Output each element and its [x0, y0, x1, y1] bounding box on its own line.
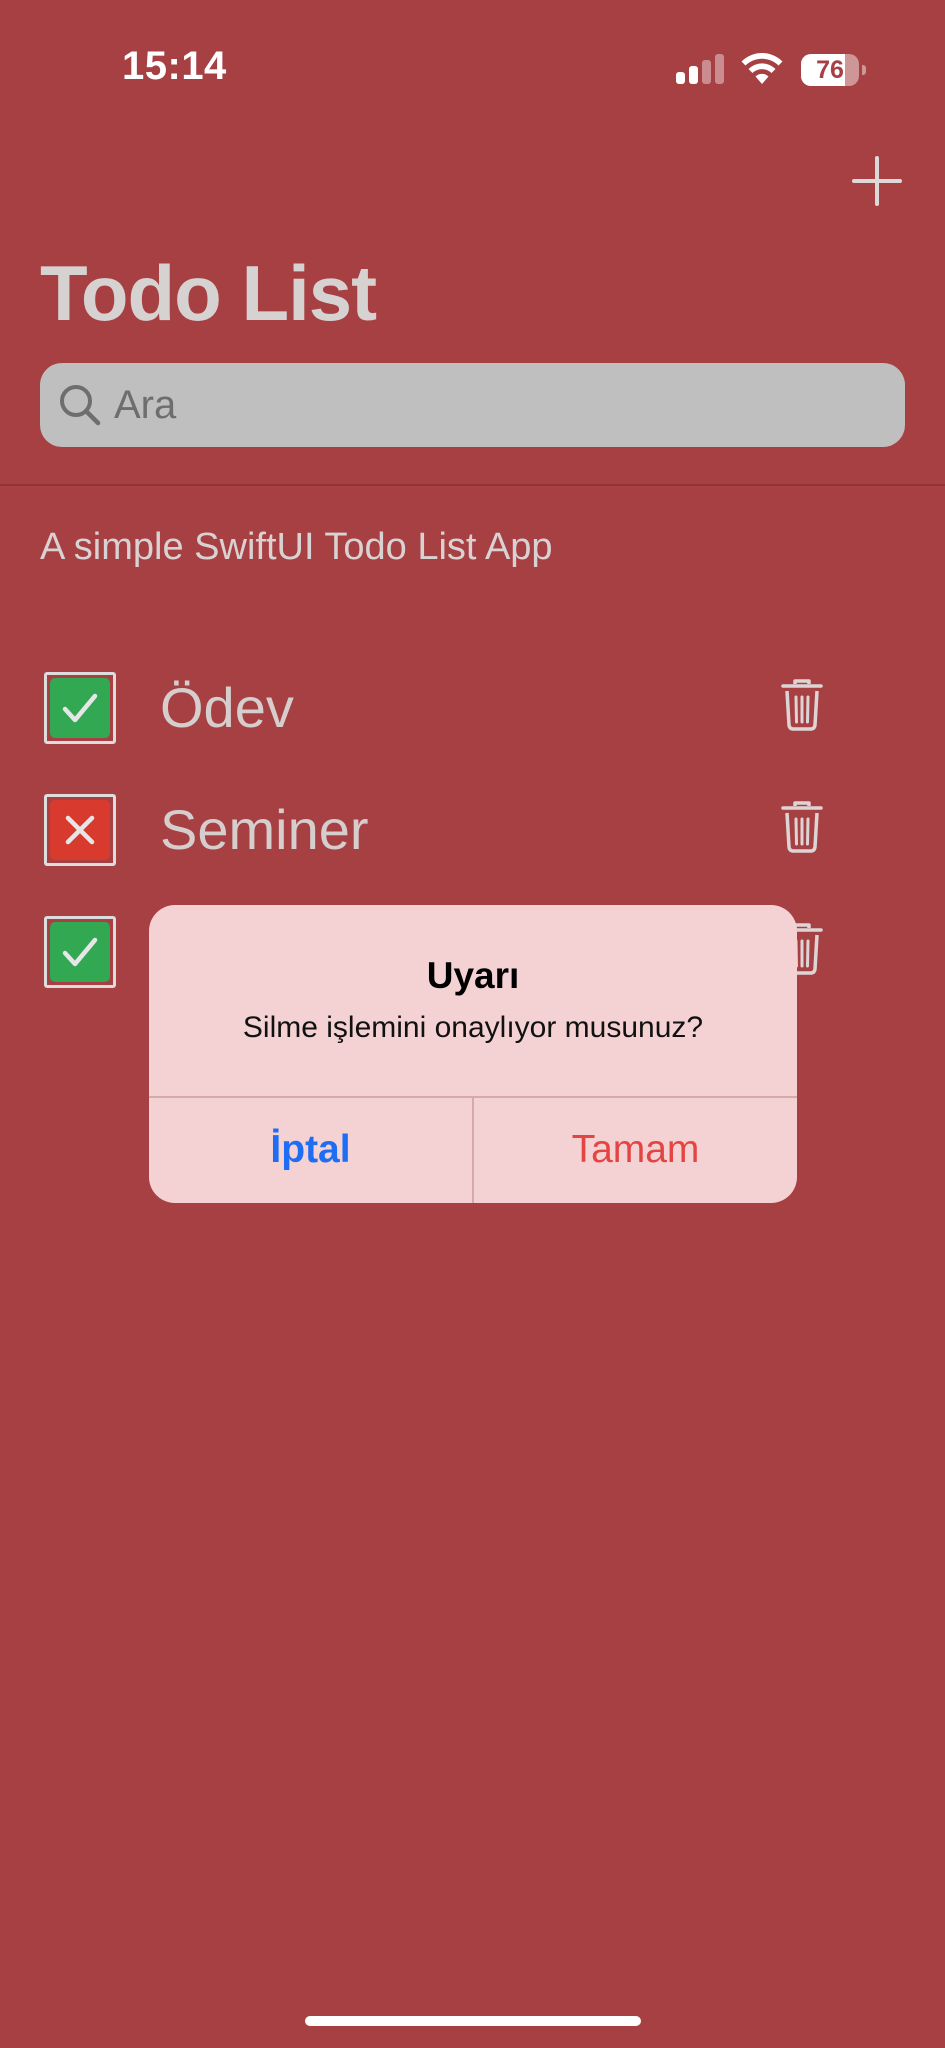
app-subtitle: A simple SwiftUI Todo List App: [40, 526, 553, 568]
alert-message: Silme işlemini onaylıyor musunuz?: [242, 1011, 704, 1044]
status-time: 15:14: [122, 44, 227, 88]
todo-row[interactable]: Ödev: [0, 658, 945, 768]
checkmark-icon: [62, 937, 98, 967]
signal-bar: [689, 66, 698, 84]
battery-percent: 76: [816, 56, 844, 84]
cross-icon: [65, 815, 95, 845]
wifi-icon: [741, 53, 783, 84]
todo-toggle[interactable]: [44, 916, 116, 988]
header-divider: [0, 484, 945, 486]
todo-toggle[interactable]: [44, 794, 116, 866]
signal-bar: [715, 54, 724, 84]
todo-row[interactable]: Seminer: [0, 780, 945, 890]
battery-icon: 76: [801, 54, 859, 86]
search-bar[interactable]: [40, 363, 905, 447]
search-input[interactable]: [114, 363, 874, 447]
battery-indicator: 76: [801, 54, 866, 86]
cellular-signal-icon: [676, 54, 726, 84]
checkmark-icon: [62, 693, 98, 723]
page-title: Todo List: [40, 249, 377, 337]
delete-confirmation-alert: Uyarı Silme işlemini onaylıyor musunuz? …: [149, 905, 797, 1203]
trash-icon[interactable]: [780, 678, 824, 732]
trash-icon[interactable]: [780, 800, 824, 854]
todo-label: Seminer: [160, 798, 369, 861]
signal-bar: [702, 60, 711, 84]
battery-tip: [862, 65, 866, 75]
magnifier-icon: [60, 385, 101, 426]
alert-title: Uyarı: [426, 955, 520, 996]
todo-label: Ödev: [160, 676, 294, 739]
todo-toggle[interactable]: [44, 672, 116, 744]
home-indicator[interactable]: [305, 2016, 641, 2026]
signal-bar: [676, 72, 685, 84]
confirm-button[interactable]: Tamam: [474, 1097, 797, 1203]
add-todo-button[interactable]: [848, 152, 906, 210]
cancel-button[interactable]: İptal: [149, 1097, 472, 1203]
